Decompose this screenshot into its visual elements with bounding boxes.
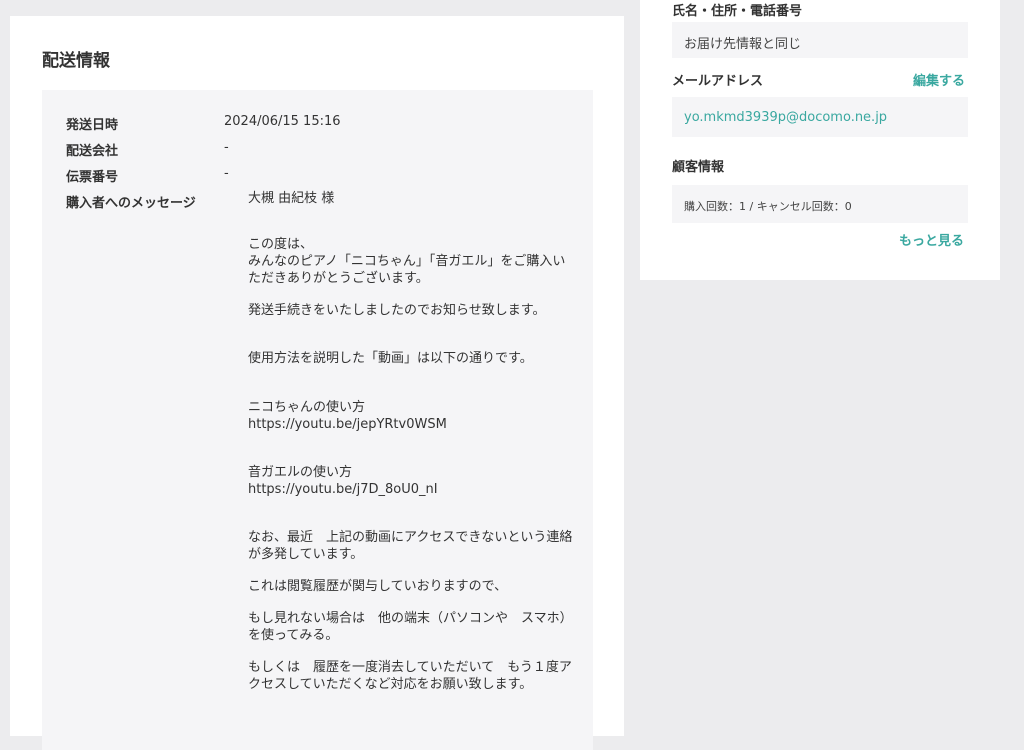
- message-paragraph: この度は、 みんなのピアノ「ニコちゃん」「音ガエル」をご購入いただきありがとうご…: [248, 237, 566, 286]
- customer-info-value: 購入回数：1 / キャンセル回数：0: [684, 200, 852, 213]
- email-edit-link[interactable]: 編集する: [913, 70, 965, 89]
- name-address-label: 氏名・住所・電話番号: [672, 4, 803, 19]
- shipping-date-value: 2024/06/15 15:16: [224, 114, 341, 129]
- shipping-card: 配送情報 発送日時 2024/06/15 15:16 配送会社 - 伝票番号 -…: [10, 16, 624, 750]
- shipping-title: 配送情報: [42, 51, 110, 71]
- tracking-value: -: [224, 166, 229, 181]
- customer-info-label: 顧客情報: [672, 160, 725, 175]
- message-paragraph: 音ガエルの使い方 https://youtu.be/j7D_8oU0_nI: [248, 465, 438, 497]
- carrier-label: 配送会社: [66, 144, 119, 159]
- carrier-value: -: [224, 140, 229, 155]
- buyer-message: 大槻 由紀枝 様 この度は、 みんなのピアノ「ニコちゃん」「音ガエル」をご購入い…: [248, 190, 573, 693]
- customer-info-box: 購入回数：1 / キャンセル回数：0: [672, 185, 968, 223]
- message-paragraph: 発送手続きをいたしましたのでお知らせ致します。: [248, 303, 546, 318]
- message-paragraph: 大槻 由紀枝 様: [248, 191, 335, 206]
- customer-card: 氏名・住所・電話番号 お届け先情報と同じ メールアドレス 編集する yo.mkm…: [640, 0, 1000, 280]
- more-link[interactable]: もっと見る: [899, 230, 964, 249]
- message-paragraph: もしくは 履歴を一度消去していただいて もう１度アクセスしていただくなど対応をお…: [248, 660, 572, 692]
- message-label: 購入者へのメッセージ: [66, 196, 196, 211]
- email-value[interactable]: yo.mkmd3939p@docomo.ne.jp: [684, 110, 887, 125]
- name-address-value: お届け先情報と同じ: [684, 37, 802, 52]
- shipping-info-box: 発送日時 2024/06/15 15:16 配送会社 - 伝票番号 - 購入者へ…: [42, 90, 593, 750]
- message-paragraph: ニコちゃんの使い方 https://youtu.be/jepYRtv0WSM: [248, 400, 447, 432]
- message-paragraph: 使用方法を説明した「動画」は以下の通りです。: [248, 351, 533, 366]
- shipping-date-label: 発送日時: [66, 118, 119, 133]
- name-address-box: お届け先情報と同じ: [672, 22, 968, 58]
- tracking-label: 伝票番号: [66, 170, 119, 185]
- message-paragraph: もし見れない場合は 他の端末（パソコンや スマホ）を使ってみる。: [248, 611, 573, 643]
- email-box: yo.mkmd3939p@docomo.ne.jp: [672, 97, 968, 137]
- message-paragraph: なお、最近 上記の動画にアクセスできないという連絡が多発しています。: [248, 530, 573, 562]
- message-paragraph: これは閲覧履歴が関与していおりますので、: [248, 579, 508, 594]
- email-label: メールアドレス: [672, 74, 764, 89]
